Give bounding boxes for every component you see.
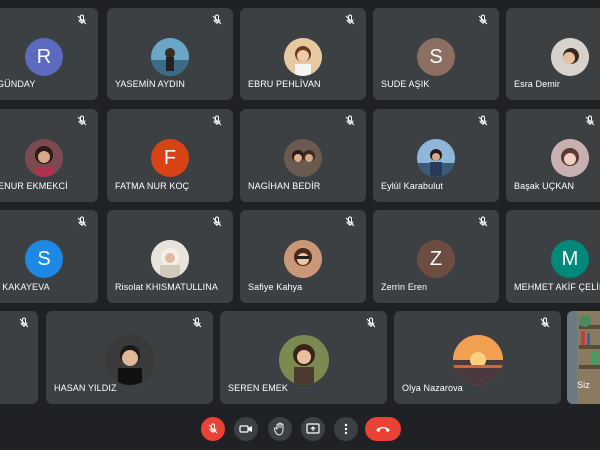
avatar bbox=[284, 139, 322, 177]
participant-name: YASEMİN AYDIN bbox=[115, 79, 185, 89]
more-options-icon bbox=[344, 423, 348, 435]
raise-hand-button[interactable] bbox=[268, 417, 292, 441]
participant-name: İ KAKAYEVA bbox=[0, 282, 50, 292]
avatar bbox=[284, 240, 322, 278]
raise-hand-icon bbox=[274, 422, 284, 436]
participant-name: SEREN EMEK bbox=[228, 383, 289, 393]
avatar bbox=[551, 139, 589, 177]
participant-name: Olya Nazarova bbox=[402, 383, 463, 393]
participant-tile[interactable]: Başak UÇKAN bbox=[506, 109, 600, 202]
avatar: M bbox=[551, 240, 589, 278]
avatar: Z bbox=[417, 240, 455, 278]
avatar bbox=[151, 38, 189, 76]
avatar bbox=[417, 139, 455, 177]
mic-off-icon bbox=[192, 317, 202, 328]
participant-name: Eylül Karabulut bbox=[381, 181, 444, 191]
participant-name: ENUR EKMEKCİ bbox=[0, 181, 68, 191]
camera-toggle-button[interactable] bbox=[234, 417, 258, 441]
avatar bbox=[551, 38, 589, 76]
mic-off-icon bbox=[212, 216, 222, 227]
participant-name: EBRU PEHLİVAN bbox=[248, 79, 321, 89]
present-screen-icon bbox=[306, 423, 320, 434]
mic-off-icon bbox=[77, 115, 87, 126]
avatar bbox=[104, 335, 155, 385]
mic-off-icon bbox=[585, 115, 595, 126]
avatar bbox=[284, 38, 322, 76]
participant-tile[interactable]: SEREN EMEK bbox=[220, 311, 387, 404]
participant-tile[interactable]: Z Zerrin Eren bbox=[373, 210, 499, 303]
mic-off-icon bbox=[345, 115, 355, 126]
mic-off-icon bbox=[77, 216, 87, 227]
participant-name: Safiye Kahya bbox=[248, 282, 303, 292]
mic-off-icon bbox=[19, 317, 29, 328]
participant-name: HASAN YILDIZ bbox=[54, 383, 117, 393]
avatar: S bbox=[25, 240, 63, 278]
mic-off-icon bbox=[345, 216, 355, 227]
mic-off-icon bbox=[366, 317, 376, 328]
self-name: Siz bbox=[577, 380, 590, 390]
participant-tile[interactable]: S İ KAKAYEVA bbox=[0, 210, 98, 303]
avatar bbox=[151, 240, 189, 278]
participant-tile[interactable]: R T GÜNDAY bbox=[0, 8, 98, 100]
self-video bbox=[567, 311, 600, 404]
participant-name: T GÜNDAY bbox=[0, 79, 36, 89]
mic-off-icon bbox=[478, 14, 488, 25]
mic-off-icon bbox=[212, 14, 222, 25]
avatar bbox=[452, 335, 503, 385]
participant-name: Zerrin Eren bbox=[381, 282, 428, 292]
participant-name: Risolat KHISMATULLINA bbox=[115, 282, 218, 292]
participant-tile[interactable]: Eylül Karabulut bbox=[373, 109, 499, 202]
avatar: R bbox=[25, 38, 63, 76]
participant-tile[interactable]: M MEHMET AKİF ÇELİK bbox=[506, 210, 600, 303]
participant-tile[interactable]: Safiye Kahya bbox=[240, 210, 366, 303]
participant-name: MEHMET AKİF ÇELİK bbox=[514, 282, 600, 292]
leave-call-button[interactable] bbox=[365, 417, 401, 441]
mic-off-icon bbox=[212, 115, 222, 126]
mic-off-icon bbox=[77, 14, 87, 25]
mic-off-icon bbox=[478, 216, 488, 227]
camera-icon bbox=[239, 425, 252, 433]
mic-off-icon bbox=[540, 317, 550, 328]
avatar: S bbox=[417, 38, 455, 76]
leave-call-icon bbox=[376, 427, 390, 432]
present-screen-button[interactable] bbox=[301, 417, 325, 441]
call-controls-bar bbox=[0, 408, 600, 450]
avatar: F bbox=[151, 139, 189, 177]
participant-name: SUDE AŞIK bbox=[381, 79, 430, 89]
participant-name: Esra Demir bbox=[514, 79, 561, 89]
self-tile[interactable]: Siz bbox=[567, 311, 600, 404]
participant-tile[interactable]: EBRU PEHLİVAN bbox=[240, 8, 366, 100]
participant-tile[interactable]: ENUR EKMEKCİ bbox=[0, 109, 98, 202]
mic-off-icon bbox=[208, 423, 218, 434]
mic-off-icon bbox=[345, 14, 355, 25]
participant-tile[interactable]: Risolat KHISMATULLINA bbox=[107, 210, 233, 303]
participant-tile[interactable] bbox=[0, 311, 38, 404]
participant-tile[interactable]: Esra Demir bbox=[506, 8, 600, 100]
avatar bbox=[25, 139, 63, 177]
more-options-button[interactable] bbox=[334, 417, 358, 441]
participant-tile[interactable]: Olya Nazarova bbox=[394, 311, 561, 404]
participant-tile[interactable]: YASEMİN AYDIN bbox=[107, 8, 233, 100]
participant-tile[interactable]: HASAN YILDIZ bbox=[46, 311, 213, 404]
participant-tile[interactable]: NAGİHAN BEDİR bbox=[240, 109, 366, 202]
participant-tile[interactable]: F FATMA NUR KOÇ bbox=[107, 109, 233, 202]
participant-name: Başak UÇKAN bbox=[514, 181, 575, 191]
avatar bbox=[278, 335, 329, 385]
participant-name: NAGİHAN BEDİR bbox=[248, 181, 321, 191]
participant-tile[interactable]: S SUDE AŞIK bbox=[373, 8, 499, 100]
mic-toggle-button[interactable] bbox=[201, 417, 225, 441]
mic-off-icon bbox=[478, 115, 488, 126]
participant-name: FATMA NUR KOÇ bbox=[115, 181, 190, 191]
